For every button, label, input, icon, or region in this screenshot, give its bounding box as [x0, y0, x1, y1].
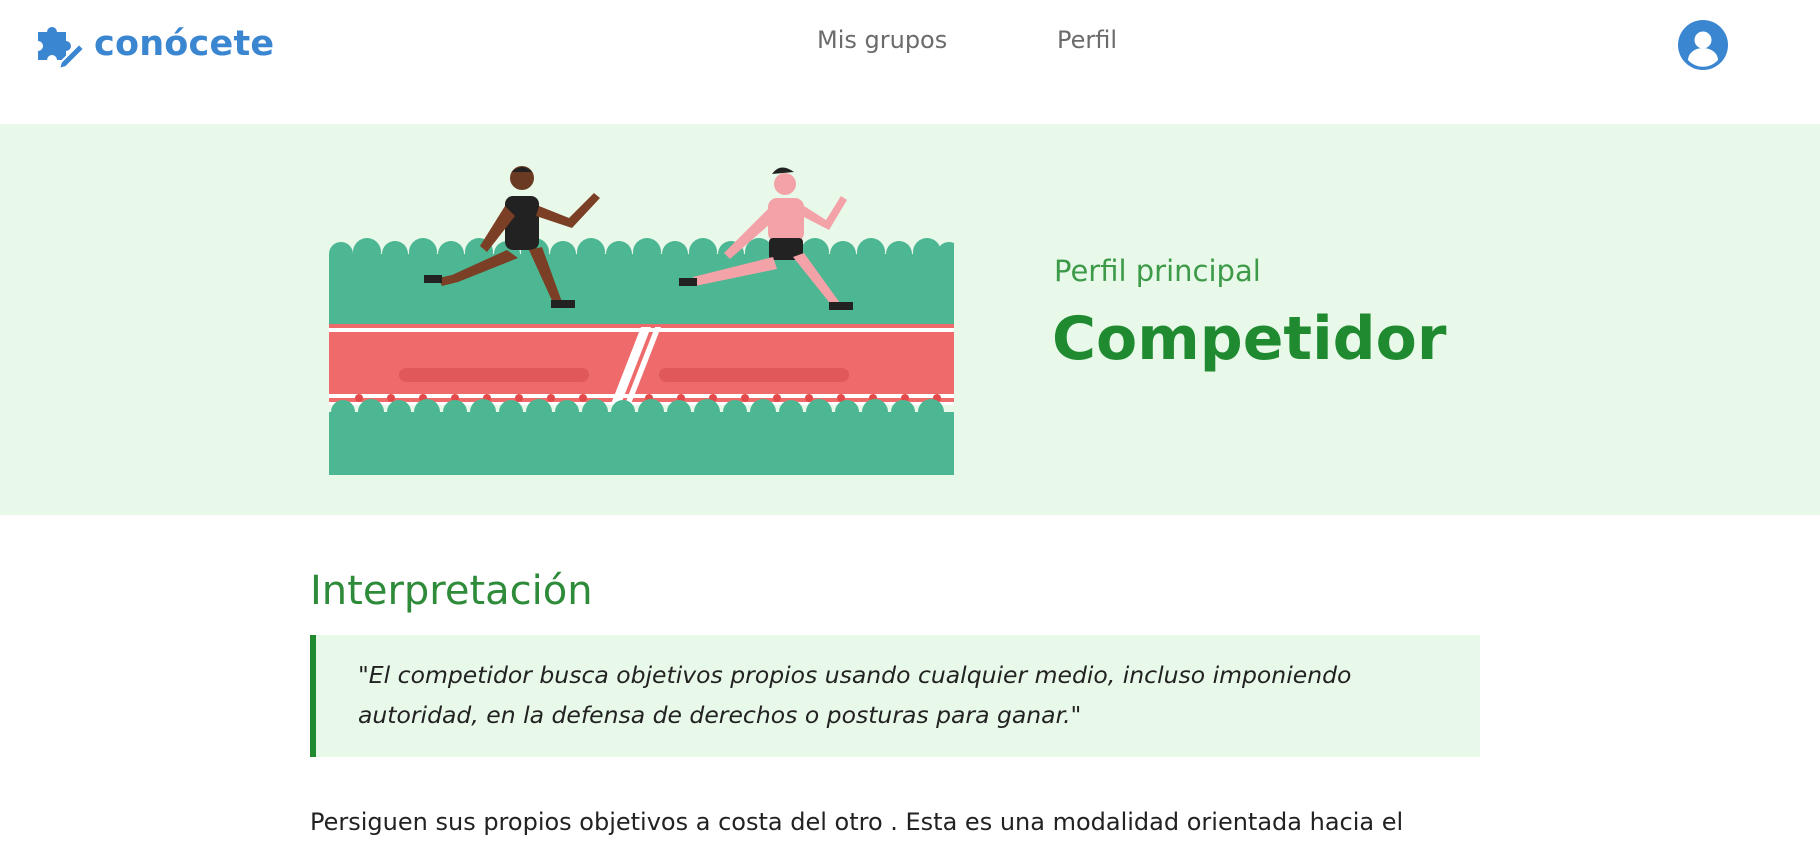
profile-hero-banner: Perfil principal Competidor — [0, 124, 1820, 515]
hero-title: Competidor — [1052, 304, 1447, 374]
interpretation-quote: "El competidor busca objetivos propios u… — [310, 635, 1480, 757]
quote-text: "El competidor busca objetivos propios u… — [358, 661, 1352, 729]
body-paragraph: Persiguen sus propios objetivos a costa … — [310, 808, 1404, 836]
user-avatar-icon[interactable] — [1678, 20, 1728, 70]
section-title: Interpretación — [310, 568, 593, 614]
nav-perfil[interactable]: Perfil — [1057, 26, 1117, 54]
logo-text: conócete — [94, 24, 275, 64]
logo-link[interactable]: conócete — [34, 18, 274, 70]
hero-subtitle: Perfil principal — [1054, 254, 1261, 288]
runners-race-illustration — [329, 166, 954, 475]
puzzle-pencil-icon — [38, 27, 86, 70]
nav-mis-grupos[interactable]: Mis grupos — [817, 26, 947, 54]
top-navigation-bar: conócete Mis grupos Perfil — [0, 0, 1820, 124]
